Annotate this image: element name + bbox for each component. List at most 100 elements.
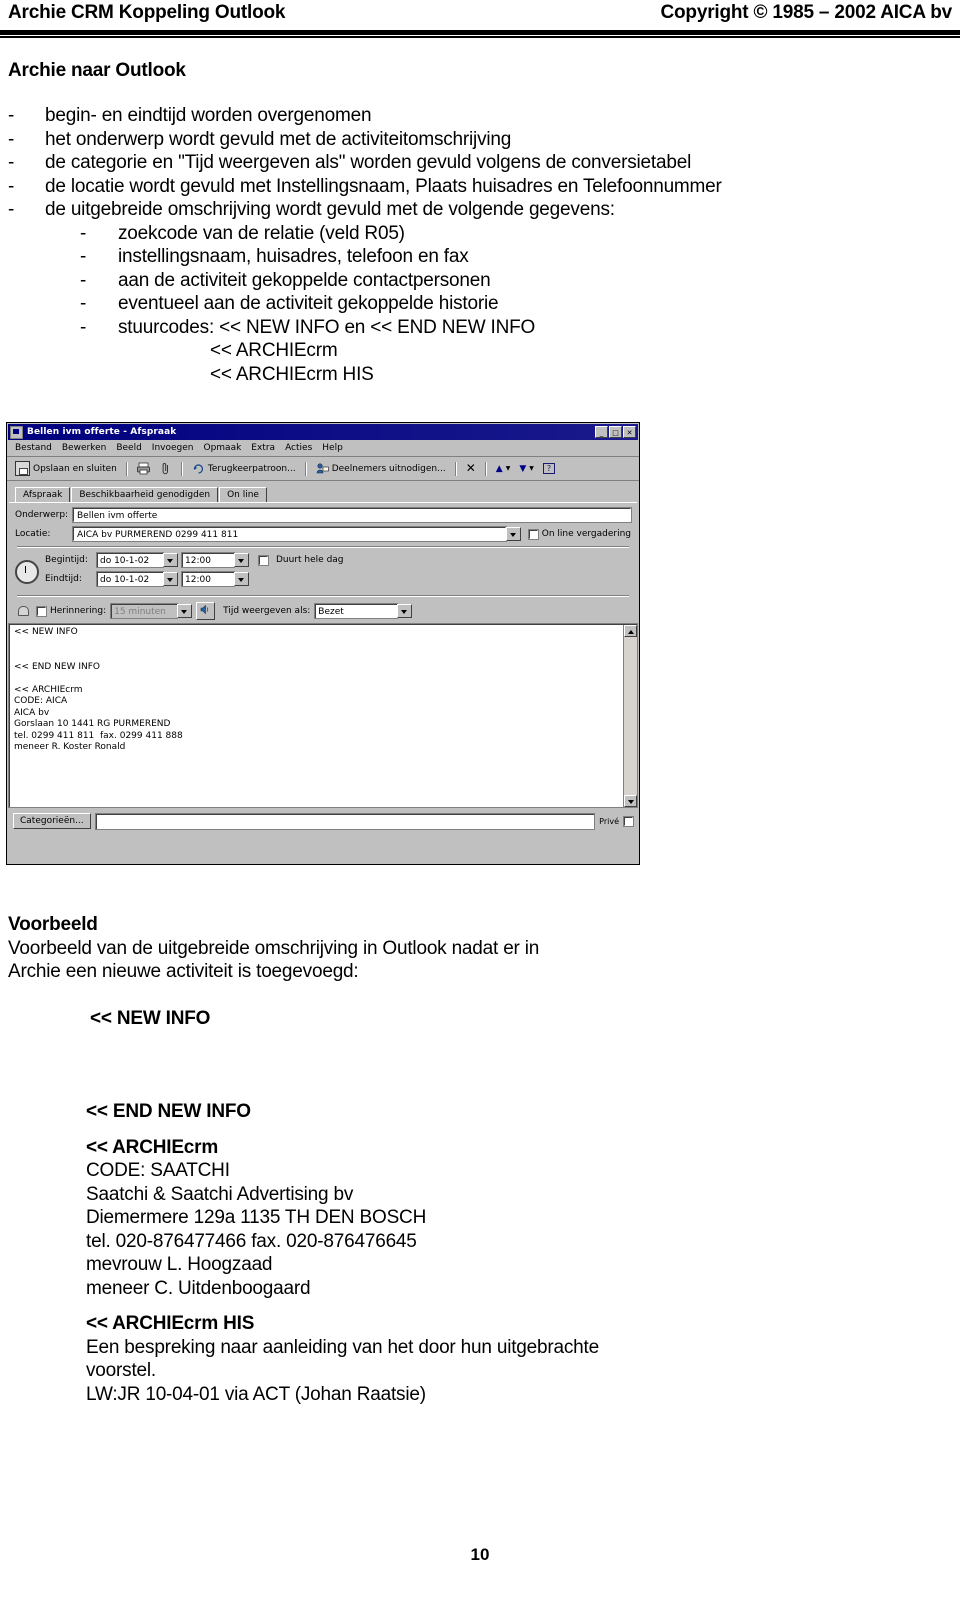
print-button[interactable] <box>134 461 153 476</box>
chevron-down-icon[interactable]: ▼ <box>529 465 534 472</box>
invite-attendees-label: Deelnemers uitnodigen... <box>331 463 446 474</box>
online-meeting-checkbox[interactable] <box>527 528 539 540</box>
all-day-checkbox[interactable] <box>258 554 269 566</box>
list-item: - de locatie wordt gevuld met Instellings… <box>0 175 960 199</box>
list-item-text: het onderwerp wordt gevuld met de activi… <box>45 128 512 150</box>
example-his-line: voorstel. <box>86 1360 157 1381</box>
end-date-chevron-down-icon[interactable] <box>163 572 178 586</box>
toolbar-separator <box>454 461 457 476</box>
recurrence-button[interactable]: Terugkeerpatroon... <box>189 461 299 476</box>
invite-attendees-button[interactable]: Deelnemers uitnodigen... <box>313 461 449 476</box>
menu-item-bewerken[interactable]: Bewerken <box>62 443 106 453</box>
list-item: - eventueel aan de activiteit gekoppelde … <box>0 292 960 316</box>
show-time-as-label: Tijd weergeven als: <box>223 606 311 616</box>
end-time-chevron-down-icon[interactable] <box>234 572 249 586</box>
page-number: 10 <box>470 1545 490 1564</box>
minimize-icon[interactable]: _ <box>595 426 608 438</box>
example-archiecrm-line: Diemermere 129a 1135 TH DEN BOSCH <box>86 1207 427 1228</box>
reminder-value-input[interactable]: 15 minuten <box>110 603 179 619</box>
dash-bullet: - <box>8 105 15 126</box>
menu-item-extra[interactable]: Extra <box>251 443 275 453</box>
menu-item-bestand[interactable]: Bestand <box>15 443 52 453</box>
menu-item-invoegen[interactable]: Invoegen <box>152 443 194 453</box>
tab-on-line[interactable]: On line <box>219 487 267 502</box>
location-input[interactable]: AICA bv PURMEREND 0299 411 811 <box>72 526 507 542</box>
recurrence-icon <box>193 464 203 474</box>
dash-bullet: - <box>80 246 87 267</box>
end-date-input[interactable]: do 10-1-02 <box>96 571 164 587</box>
attach-file-button[interactable] <box>156 461 175 476</box>
example-his-line: LW:JR 10-04-01 via ACT (Johan Raatsie) <box>86 1383 426 1405</box>
feature-list-level-2: - zoekcode van de relatie (veld R05) - ins… <box>0 222 960 340</box>
reminder-checkbox[interactable] <box>36 605 47 617</box>
end-time-input[interactable]: 12:00 <box>181 571 235 587</box>
list-item-text: de uitgebreide omschrijving wordt gevuld… <box>45 199 615 220</box>
reminder-sound-button[interactable] <box>196 602 216 620</box>
end-time-row: Eindtijd: do 10-1-02 12:00 <box>45 571 631 587</box>
dash-bullet: - <box>80 316 87 338</box>
location-dropdown-chevron-down-icon[interactable] <box>505 527 521 541</box>
outlook-menu-bar: Bestand Bewerken Beeld Invoegen Opmaak E… <box>7 440 639 457</box>
list-item: - instellingsnaam, huisadres, telefoon en… <box>0 245 960 269</box>
private-checkbox[interactable] <box>623 815 634 827</box>
recurrence-label: Terugkeerpatroon... <box>207 463 296 474</box>
toolbar-separator <box>125 461 128 476</box>
menu-item-help[interactable]: Help <box>322 443 343 453</box>
menu-item-beeld[interactable]: Beeld <box>116 443 141 453</box>
save-and-close-label: Opslaan en sluiten <box>33 463 117 474</box>
scroll-up-arrow-icon[interactable] <box>624 625 637 637</box>
tab-afspraak[interactable]: Afspraak <box>15 487 71 502</box>
previous-item-button[interactable]: ▲ ▼ <box>493 463 514 475</box>
appointment-form: Onderwerp: Bellen ivm offerte Locatie: A… <box>9 502 637 620</box>
dash-bullet: - <box>8 175 15 197</box>
voorbeeld-example-block: << NEW INFO << END NEW INFO << ARCHIEcrm… <box>86 1007 908 1407</box>
start-time-chevron-down-icon[interactable] <box>234 553 249 567</box>
list-item-text: stuurcodes: << NEW INFO en << END NEW IN… <box>118 316 536 338</box>
list-item-text: de locatie wordt gevuld met Instellingsn… <box>45 175 722 197</box>
appointment-footer: Categorieën... Privé <box>9 807 637 834</box>
example-his-line: Een bespreking naar aanleiding van het d… <box>86 1336 599 1358</box>
reminder-chevron-down-icon[interactable] <box>177 604 193 618</box>
dash-bullet: - <box>80 222 87 244</box>
list-item: - de uitgebreide omschrijving wordt gevul… <box>0 198 960 222</box>
maximize-icon[interactable]: □ <box>609 426 622 438</box>
appointment-body-textarea[interactable]: << NEW INFO << END NEW INFO << ARCHIEcrm… <box>8 623 638 808</box>
online-meeting-label: On line vergadering <box>541 529 631 539</box>
outlook-title-bar: Bellen ivm offerte - Afspraak _ □ ✕ <box>8 424 638 440</box>
delete-button[interactable]: ✕ <box>463 462 479 475</box>
close-icon[interactable]: ✕ <box>623 426 636 438</box>
menu-item-acties[interactable]: Acties <box>285 443 312 453</box>
feature-list-level-1: - begin- en eindtijd worden overgenomen -… <box>0 104 960 222</box>
help-button[interactable]: ? <box>540 462 558 475</box>
menu-item-opmaak[interactable]: Opmaak <box>203 443 241 453</box>
start-date-chevron-down-icon[interactable] <box>163 553 178 567</box>
list-item-text: eventueel aan de activiteit gekoppelde h… <box>118 293 499 314</box>
show-time-as-input[interactable]: Bezet <box>314 603 399 619</box>
start-date-input[interactable]: do 10-1-02 <box>96 552 164 568</box>
categories-button[interactable]: Categorieën... <box>13 813 91 829</box>
list-item: - stuurcodes: << NEW INFO en << END NEW I… <box>0 316 960 340</box>
tab-beschikbaarheid-genodigden[interactable]: Beschikbaarheid genodigden <box>71 487 219 502</box>
outlook-toolbar: Opslaan en sluiten Terugkeerpatroon... D… <box>7 457 639 481</box>
dash-bullet: - <box>80 293 87 314</box>
example-archiecrm-line: meneer C. Uitdenboogaard <box>86 1277 311 1299</box>
chevron-down-icon[interactable]: ▼ <box>506 465 511 472</box>
show-time-as-chevron-down-icon[interactable] <box>397 604 413 618</box>
start-time-input[interactable]: 12:00 <box>181 552 235 568</box>
scroll-down-arrow-icon[interactable] <box>624 795 637 807</box>
subject-row: Onderwerp: Bellen ivm offerte <box>15 507 632 523</box>
save-and-close-button[interactable]: Opslaan en sluiten <box>12 460 120 477</box>
subject-input[interactable]: Bellen ivm offerte <box>72 507 632 523</box>
categories-input[interactable] <box>94 812 596 830</box>
example-archiecrm-header: << ARCHIEcrm <box>86 1136 219 1158</box>
body-vertical-scrollbar[interactable] <box>623 625 637 807</box>
save-icon <box>15 461 30 476</box>
start-time-label: Begintijd: <box>45 555 88 565</box>
header-copyright: Copyright © 1985 – 2002 AICA bv <box>660 2 953 23</box>
next-item-button[interactable]: ▼ ▼ <box>516 463 537 475</box>
clock-icon <box>15 560 39 584</box>
list-item: - het onderwerp wordt gevuld met de activ… <box>0 128 960 152</box>
